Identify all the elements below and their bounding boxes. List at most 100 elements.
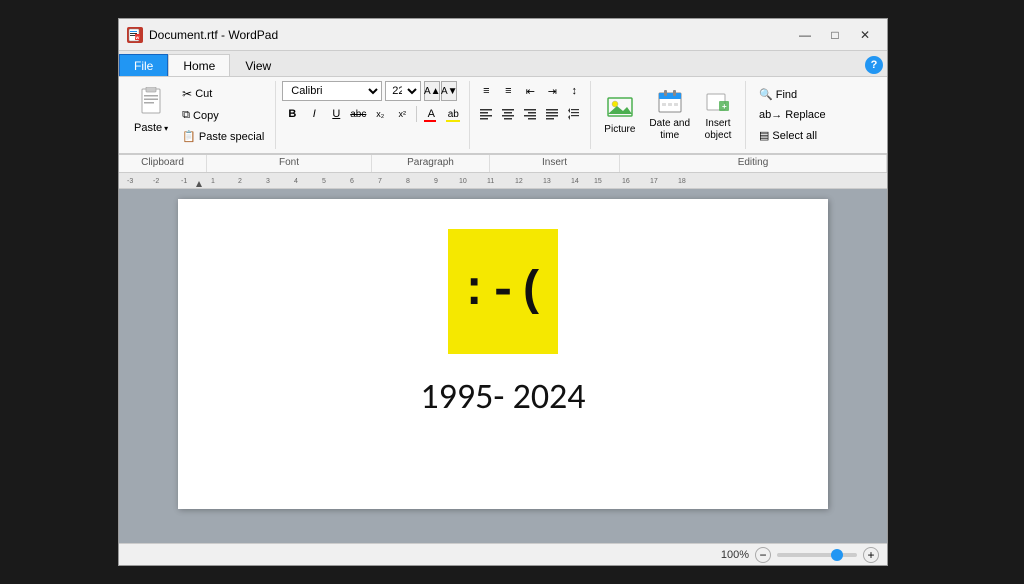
zoom-slider[interactable] xyxy=(777,553,857,557)
font-size-increase[interactable]: A▲ xyxy=(424,81,440,101)
tab-file[interactable]: File xyxy=(119,54,168,76)
font-controls: Calibri 22 A▲ A▼ B I U xyxy=(282,81,463,124)
zoom-out-button[interactable]: − xyxy=(755,547,771,563)
document-wrapper: :-( 1995- 2024 100% − + xyxy=(119,189,887,565)
svg-text:-2: -2 xyxy=(153,178,159,185)
svg-text:17: 17 xyxy=(650,178,658,185)
replace-button[interactable]: ab→ Replace xyxy=(752,106,833,124)
status-bar: 100% − + xyxy=(119,543,887,565)
object-insert-button[interactable]: + Insert object xyxy=(697,83,739,147)
clipboard-right: ✂ Cut ⧉ Copy 📋 Paste special xyxy=(177,81,269,149)
underline-button[interactable]: U xyxy=(326,104,346,124)
zoom-thumb[interactable] xyxy=(831,549,843,561)
line-spacing-button[interactable]: ↕ xyxy=(564,81,584,101)
cut-icon: ✂ xyxy=(182,87,192,101)
subscript-button[interactable]: x₂ xyxy=(370,104,390,124)
find-icon: 🔍 xyxy=(759,88,773,101)
svg-text:16: 16 xyxy=(622,178,630,185)
datetime-insert-button[interactable]: Date and time xyxy=(642,83,697,147)
close-button[interactable]: ✕ xyxy=(851,25,879,45)
svg-text:10: 10 xyxy=(459,178,467,185)
insert-group: Picture Date and ti xyxy=(591,81,746,149)
ruler: -3 -2 -1 1 2 3 4 5 6 7 8 9 10 11 12 13 1… xyxy=(119,173,887,189)
svg-text:8: 8 xyxy=(406,178,410,185)
picture-insert-button[interactable]: Picture xyxy=(597,89,642,141)
tab-view[interactable]: View xyxy=(230,54,286,76)
svg-text:4: 4 xyxy=(294,178,298,185)
bold-button[interactable]: B xyxy=(282,104,302,124)
strikethrough-button[interactable]: abc xyxy=(348,104,368,124)
copy-button[interactable]: ⧉ Copy xyxy=(177,106,269,125)
font-group: Calibri 22 A▲ A▼ B I U xyxy=(276,81,470,149)
svg-text:+: + xyxy=(722,102,727,111)
editing-group-label: Editing xyxy=(620,155,887,172)
wordpad-window: W Document.rtf - WordPad — □ ✕ File Home… xyxy=(118,18,888,566)
paragraph-controls: ≡ ≡ ⇤ ⇥ ↕ xyxy=(476,81,584,124)
app-icon: W xyxy=(127,27,143,43)
paragraph-row1: ≡ ≡ ⇤ ⇥ ↕ xyxy=(476,81,584,101)
font-size-select[interactable]: 22 xyxy=(385,81,421,101)
align-center-button[interactable] xyxy=(498,104,518,124)
clipboard-group: Paste ▾ ✂ Cut ⧉ Copy 📋 Paste sp xyxy=(119,81,276,149)
align-right-button[interactable] xyxy=(520,104,540,124)
ribbon-content: Paste ▾ ✂ Cut ⧉ Copy 📋 Paste sp xyxy=(119,77,887,155)
align-left-button[interactable] xyxy=(476,104,496,124)
text-color-icon: A xyxy=(428,108,435,120)
sad-face-container: :-( xyxy=(448,229,558,354)
object-icon: + xyxy=(704,88,732,116)
paragraph-spacing-button[interactable] xyxy=(564,104,584,124)
svg-text:5: 5 xyxy=(322,178,326,185)
select-all-button[interactable]: ▤ Select all xyxy=(752,126,833,145)
help-button[interactable]: ? xyxy=(865,56,883,74)
ribbon: File Home View ? xyxy=(119,51,887,173)
select-all-icon: ▤ xyxy=(759,129,769,142)
minimize-button[interactable]: — xyxy=(791,25,819,45)
highlight-button[interactable]: ab xyxy=(443,104,463,124)
document-page: :-( 1995- 2024 xyxy=(178,199,828,509)
bullets-button[interactable]: ≡ xyxy=(476,81,496,101)
ruler-marks: -3 -2 -1 1 2 3 4 5 6 7 8 9 10 11 12 13 1… xyxy=(123,173,883,187)
window-title: Document.rtf - WordPad xyxy=(149,28,791,42)
paragraph-group: ≡ ≡ ⇤ ⇥ ↕ xyxy=(470,81,591,149)
paragraph-row2 xyxy=(476,104,584,124)
editing-group: 🔍 Find ab→ Replace ▤ Select all xyxy=(746,81,839,149)
superscript-button[interactable]: x² xyxy=(392,104,412,124)
font-family-select[interactable]: Calibri xyxy=(282,81,382,101)
decrease-indent-button[interactable]: ⇤ xyxy=(520,81,540,101)
years-text: 1995- 2024 xyxy=(420,374,585,418)
italic-button[interactable]: I xyxy=(304,104,324,124)
svg-text:18: 18 xyxy=(678,178,686,185)
datetime-icon xyxy=(656,88,684,116)
sad-face-image: :-( xyxy=(448,229,558,354)
paragraph-group-label: Paragraph xyxy=(372,155,490,172)
ribbon-group-labels: Clipboard Font Paragraph Insert Editing xyxy=(119,155,887,173)
maximize-button[interactable]: □ xyxy=(821,25,849,45)
zoom-in-button[interactable]: + xyxy=(863,547,879,563)
align-justify-button[interactable] xyxy=(542,104,562,124)
numbering-button[interactable]: ≡ xyxy=(498,81,518,101)
increase-indent-button[interactable]: ⇥ xyxy=(542,81,562,101)
datetime-label: Date and time xyxy=(649,118,690,142)
document-scroll-area[interactable]: :-( 1995- 2024 xyxy=(119,189,887,543)
paste-button[interactable]: Paste ▾ xyxy=(125,81,177,149)
clipboard-group-label: Clipboard xyxy=(119,155,207,172)
svg-text:14: 14 xyxy=(571,178,579,185)
font-size-decrease[interactable]: A▼ xyxy=(441,81,457,101)
font-selector-row: Calibri 22 A▲ A▼ xyxy=(282,81,463,101)
tab-home[interactable]: Home xyxy=(168,54,230,76)
svg-text:9: 9 xyxy=(434,178,438,185)
title-bar: W Document.rtf - WordPad — □ ✕ xyxy=(119,19,887,51)
object-label: Insert object xyxy=(705,118,732,142)
svg-text:7: 7 xyxy=(378,178,382,185)
cut-button[interactable]: ✂ Cut xyxy=(177,84,269,104)
svg-text:3: 3 xyxy=(266,178,270,185)
find-button[interactable]: 🔍 Find xyxy=(752,85,833,104)
svg-text:11: 11 xyxy=(487,178,494,185)
paste-special-button[interactable]: 📋 Paste special xyxy=(177,127,269,146)
picture-label: Picture xyxy=(604,124,635,136)
editing-controls: 🔍 Find ab→ Replace ▤ Select all xyxy=(752,81,833,145)
text-color-button[interactable]: A xyxy=(421,104,441,124)
font-format-row: B I U abc x₂ x² A ab xyxy=(282,104,463,124)
svg-text:2: 2 xyxy=(238,178,242,185)
svg-text:1: 1 xyxy=(211,178,215,185)
